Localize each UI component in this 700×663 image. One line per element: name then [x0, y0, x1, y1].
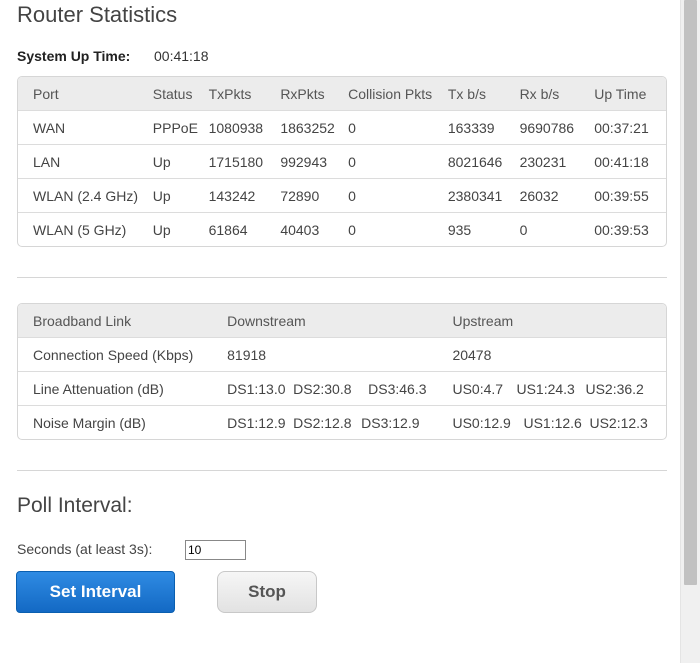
downstream-value: DS1:13.0: [227, 380, 286, 397]
port-name: WLAN (2.4 GHz): [18, 179, 153, 213]
broadband-row-label: Line Attenuation (dB): [18, 372, 228, 406]
poll-seconds-input[interactable]: [185, 540, 246, 560]
column-header-txpkts: TxPkts: [208, 77, 281, 111]
upstream-value: US0:12.9: [452, 414, 511, 431]
port-name: LAN: [18, 145, 153, 179]
port-rx-bps: 0: [519, 221, 528, 238]
port-row-lan: LAN Up 1715180 992943 0 8021646 230231 0…: [18, 145, 666, 179]
column-header-downstream: Downstream: [227, 304, 453, 338]
system-uptime-label: System Up Time:: [17, 48, 131, 64]
port-stats-table: Port Status TxPkts RxPkts Collision Pkts…: [17, 76, 667, 247]
broadband-row-connection-speed: Connection Speed (Kbps) 81918 20478: [18, 338, 666, 372]
column-header-status: Status: [152, 77, 209, 111]
broadband-link-table: Broadband Link Downstream Upstream Conne…: [17, 303, 667, 440]
port-uptime: 00:41:18: [594, 145, 666, 179]
port-status: Up: [152, 145, 209, 179]
port-name: WLAN (5 GHz): [33, 221, 127, 238]
port-txpkts: 143242: [208, 179, 281, 213]
downstream-value: DS3:12.9: [361, 414, 420, 431]
router-statistics-page: Router Statistics System Up Time: 00:41:…: [0, 0, 680, 663]
column-header-rx-bps: Rx b/s: [519, 77, 595, 111]
upstream-value: 20478: [452, 346, 492, 363]
poll-interval-title: Poll Interval:: [17, 494, 133, 517]
port-status: PPPoE: [152, 111, 209, 145]
port-tx-bps: 8021646: [447, 145, 520, 179]
port-uptime: 00:39:55: [594, 179, 666, 213]
upstream-value: US1:12.6: [523, 414, 582, 431]
port-uptime: 00:37:21: [594, 111, 666, 145]
column-header-uptime: Up Time: [594, 77, 666, 111]
upstream-value: US2:36.2: [585, 380, 644, 397]
downstream-value: DS3:46.3: [368, 380, 427, 397]
upstream-values: US0:4.7 US1:24.3 US2:36.2: [452, 372, 666, 406]
port-rxpkts: 40403: [280, 221, 320, 238]
port-txpkts: 1080938: [208, 111, 281, 145]
downstream-value: DS2:12.8: [293, 414, 352, 431]
port-status: Up: [152, 221, 171, 238]
seconds-label: Seconds (at least 3s):: [17, 541, 153, 557]
broadband-row-line-attenuation: Line Attenuation (dB) DS1:13.0 DS2:30.8 DS…: [18, 372, 666, 406]
column-header-upstream: Upstream: [452, 304, 666, 338]
broadband-row-label: Noise Margin (dB): [33, 414, 146, 431]
port-uptime: 00:39:53: [594, 221, 649, 238]
system-uptime-value: 00:41:18: [154, 48, 209, 64]
stop-button[interactable]: Stop: [217, 571, 317, 613]
column-header-collision: Collision Pkts: [348, 77, 448, 111]
upstream-value: US2:12.3: [589, 414, 648, 431]
column-header-rxpkts: RxPkts: [280, 77, 349, 111]
port-tx-bps: 163339: [447, 111, 520, 145]
port-collision: 0: [348, 111, 448, 145]
set-interval-button[interactable]: Set Interval: [16, 571, 175, 613]
downstream-values: 81918: [227, 338, 453, 372]
port-collision: 0: [348, 221, 356, 238]
port-txpkts: 61864: [208, 221, 248, 238]
downstream-values: DS1:12.9 DS2:12.8 DS3:12.9: [227, 406, 452, 439]
downstream-value: DS2:30.8: [293, 380, 352, 397]
port-rx-bps: 9690786: [519, 111, 595, 145]
port-row-wlan-5: WLAN (5 GHz) Up 61864 40403 0 935 0 00:3…: [18, 213, 666, 246]
upstream-values: US0:12.9 US1:12.6 US2:12.3: [452, 406, 666, 439]
downstream-value: 81918: [227, 346, 267, 363]
page-title: Router Statistics: [17, 2, 178, 27]
upstream-values: 20478: [452, 338, 666, 372]
upstream-value: US1:24.3: [516, 380, 575, 397]
port-rx-bps: 26032: [519, 179, 595, 213]
downstream-values: DS1:13.0 DS2:30.8 DS3:46.3: [227, 372, 453, 406]
port-rx-bps: 230231: [519, 145, 595, 179]
port-name: WAN: [18, 111, 153, 145]
port-tx-bps: 935: [447, 221, 472, 238]
upstream-value: US0:4.7: [452, 380, 504, 397]
port-rxpkts: 992943: [280, 145, 349, 179]
port-txpkts: 1715180: [208, 145, 281, 179]
port-collision: 0: [348, 145, 448, 179]
scrollbar-thumb[interactable]: [684, 0, 697, 585]
downstream-value: DS1:12.9: [227, 414, 286, 431]
port-table-header: Port Status TxPkts RxPkts Collision Pkts…: [18, 77, 666, 111]
port-tx-bps: 2380341: [447, 179, 520, 213]
vertical-scrollbar[interactable]: [680, 0, 700, 663]
column-header-tx-bps: Tx b/s: [447, 77, 520, 111]
broadband-row-noise-margin: Noise Margin (dB) DS1:12.9 DS2:12.8 DS3:12…: [18, 406, 666, 439]
port-status: Up: [152, 179, 209, 213]
port-rxpkts: 1863252: [280, 111, 349, 145]
port-collision: 0: [348, 179, 448, 213]
port-row-wlan-24: WLAN (2.4 GHz) Up 143242 72890 0 2380341…: [18, 179, 666, 213]
column-header-broadband-link: Broadband Link: [18, 304, 228, 338]
broadband-row-label: Connection Speed (Kbps): [18, 338, 228, 372]
column-header-port: Port: [18, 77, 153, 111]
section-divider: [17, 470, 667, 471]
broadband-table-header: Broadband Link Downstream Upstream: [18, 304, 666, 338]
port-row-wan: WAN PPPoE 1080938 1863252 0 163339 96907…: [18, 111, 666, 145]
port-rxpkts: 72890: [280, 179, 349, 213]
section-divider: [17, 277, 667, 278]
